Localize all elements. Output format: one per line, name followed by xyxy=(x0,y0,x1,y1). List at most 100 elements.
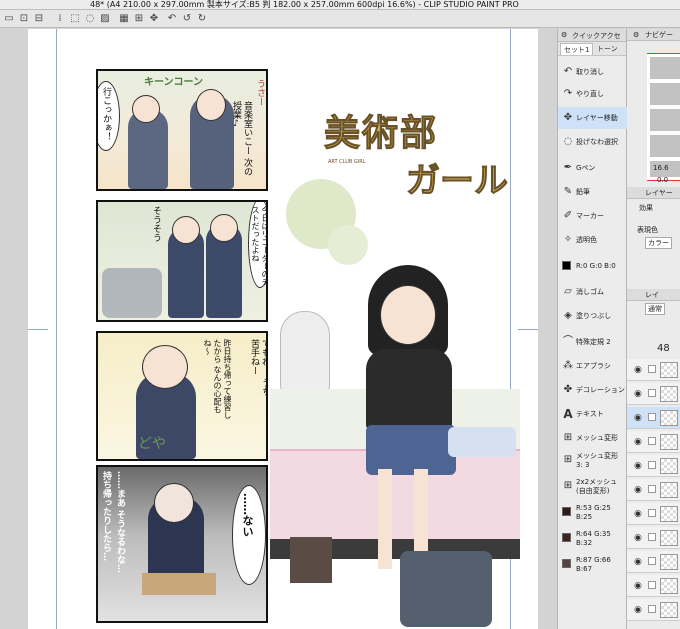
dialogue-text: でもねー うち苦手ねー xyxy=(249,339,268,396)
eye-icon[interactable]: ◉ xyxy=(634,581,642,591)
layer-row[interactable]: ◉ xyxy=(627,599,680,621)
tool-mesh-transform-3[interactable]: ⊞ メッシュ変形 3: 3 xyxy=(558,449,627,475)
rotate-left-icon[interactable]: ↶ xyxy=(166,13,178,25)
layer-checkbox[interactable] xyxy=(648,557,656,565)
tool-airbrush[interactable]: ⁂ エアブラシ xyxy=(558,355,627,377)
eye-icon[interactable]: ◉ xyxy=(634,509,642,519)
lasso-icon[interactable]: ◌ xyxy=(84,13,96,25)
eye-icon[interactable]: ◉ xyxy=(634,437,642,447)
tool-color-2[interactable]: R:64 G:35 B:32 xyxy=(558,527,627,553)
settings-icon[interactable]: ✥ xyxy=(148,13,160,25)
layer-thumbnail xyxy=(660,506,678,522)
eye-icon[interactable]: ◉ xyxy=(634,605,642,615)
character-face xyxy=(154,483,194,523)
tool-label: 2x2メッシュ(自由変形) xyxy=(576,478,618,495)
tool-color-0[interactable]: R:0 G:0 B:0 xyxy=(558,255,627,277)
tool-special-ruler[interactable]: ⌒ 特殊定規 2 xyxy=(558,331,627,353)
layer-checkbox[interactable] xyxy=(648,581,656,589)
layer-row[interactable]: ◉ xyxy=(627,383,680,405)
tool-move-layer[interactable]: ✥ レイヤー移動 xyxy=(558,107,627,129)
layer-checkbox[interactable] xyxy=(648,461,656,469)
layer-row[interactable]: ◉ xyxy=(627,503,680,525)
navigator-thumbnail[interactable] xyxy=(647,53,680,181)
layer-checkbox[interactable] xyxy=(648,485,656,493)
canvas-area[interactable]: キーンコーン 行こっかぁ！ うさー 音楽室いこー 次の授業♪ そうそう 今日はリ… xyxy=(0,29,557,629)
tool-label: マーカー xyxy=(576,212,604,220)
tool-lasso-select[interactable]: ◌ 投げなわ選択 xyxy=(558,131,627,153)
layer-row[interactable]: ◉ xyxy=(627,527,680,549)
tool-mesh-transform[interactable]: ⊞ メッシュ変形 xyxy=(558,427,627,449)
panel-title: クイックアクセ xyxy=(572,32,621,40)
tool-g-pen[interactable]: ✒ Gペン xyxy=(558,157,627,179)
layer-row[interactable]: ◉ xyxy=(627,455,680,477)
fill-icon[interactable]: ▨ xyxy=(99,13,111,25)
new-icon[interactable]: ▭ xyxy=(3,13,15,25)
manga-page[interactable]: キーンコーン 行こっかぁ！ うさー 音楽室いこー 次の授業♪ そうそう 今日はリ… xyxy=(28,29,538,629)
blend-mode-select[interactable]: 通常 xyxy=(645,303,665,315)
layer-checkbox[interactable] xyxy=(648,413,656,421)
layer-row[interactable]: ◉ xyxy=(627,359,680,381)
dotted-grid-icon[interactable]: ⁞ xyxy=(54,13,66,25)
eye-icon[interactable]: ◉ xyxy=(634,533,642,543)
rotation-value[interactable]: 0.0 xyxy=(657,176,668,184)
tool-undo[interactable]: ↶ 取り消し xyxy=(558,61,627,83)
layer-checkbox[interactable] xyxy=(648,605,656,613)
tool-color-1[interactable]: R:53 G:25 B:25 xyxy=(558,501,627,527)
tool-decoration[interactable]: ✤ デコレーション xyxy=(558,379,627,401)
tab-tone[interactable]: トーン xyxy=(594,43,621,55)
tool-pencil[interactable]: ✎ 鉛筆 xyxy=(558,181,627,203)
tool-2x2-mesh[interactable]: ⊞ 2x2メッシュ(自由変形) xyxy=(558,475,627,501)
layer-row[interactable]: ◉ xyxy=(627,575,680,597)
tool-label: 取り消し xyxy=(576,68,604,76)
layer-row-selected[interactable]: ◉ xyxy=(627,407,680,429)
ruler-icon[interactable]: ⊞ xyxy=(133,13,145,25)
eye-icon[interactable]: ◉ xyxy=(634,485,642,495)
layer-checkbox[interactable] xyxy=(648,533,656,541)
eye-icon[interactable]: ◉ xyxy=(634,389,642,399)
expression-color-select[interactable]: カラー xyxy=(645,237,672,249)
tool-marker[interactable]: ✐ マーカー xyxy=(558,205,627,227)
book-stack xyxy=(290,537,332,583)
grid-icon[interactable]: ▦ xyxy=(118,13,130,25)
eye-icon[interactable]: ◉ xyxy=(634,413,642,423)
layer-row[interactable]: ◉ xyxy=(627,551,680,573)
layer-row[interactable]: ◉ xyxy=(627,431,680,453)
desk xyxy=(142,573,216,595)
save-icon[interactable]: ⊟ xyxy=(33,13,45,25)
undo-icon[interactable]: ↺ xyxy=(181,13,193,25)
gear-icon[interactable]: ⚙ xyxy=(561,31,567,39)
tool-label: メッシュ変形 xyxy=(576,434,618,442)
eye-icon[interactable]: ◉ xyxy=(634,557,642,567)
character-face xyxy=(172,216,200,244)
layer-checkbox[interactable] xyxy=(648,437,656,445)
navigator-header: ⚙ ナビゲー xyxy=(627,29,680,41)
school-bag xyxy=(400,551,492,627)
character-skirt xyxy=(366,425,456,475)
marquee-icon[interactable]: ⬚ xyxy=(69,13,81,25)
eye-icon[interactable]: ◉ xyxy=(634,461,642,471)
zoom-value[interactable]: 16.6 xyxy=(653,164,669,172)
tool-redo[interactable]: ↷ やり直し xyxy=(558,83,627,105)
tab-set1[interactable]: セット1 xyxy=(560,43,594,55)
layer-checkbox[interactable] xyxy=(648,365,656,373)
background-students xyxy=(102,268,162,318)
tool-transparent-color[interactable]: ✧ 透明色 xyxy=(558,229,627,251)
eye-icon[interactable]: ◉ xyxy=(634,365,642,375)
tool-text[interactable]: A テキスト xyxy=(558,403,627,425)
redo-icon[interactable]: ↻ xyxy=(196,13,208,25)
gear-icon[interactable]: ⚙ xyxy=(633,29,639,40)
open-icon[interactable]: ⊡ xyxy=(18,13,30,25)
tool-label: Gペン xyxy=(576,164,596,172)
rabbit-plush xyxy=(280,311,330,401)
color-swatch-icon xyxy=(562,559,571,568)
tool-bucket[interactable]: ◈ 塗りつぶし xyxy=(558,305,627,327)
layer-checkbox[interactable] xyxy=(648,389,656,397)
layer-checkbox[interactable] xyxy=(648,509,656,517)
crop-guide xyxy=(56,29,57,629)
opacity-value[interactable]: 48 xyxy=(657,343,670,354)
layer-row[interactable]: ◉ xyxy=(627,479,680,501)
tool-eraser[interactable]: ▱ 消しゴム xyxy=(558,281,627,303)
character-face xyxy=(210,214,238,242)
character-face xyxy=(380,285,436,345)
tool-color-3[interactable]: R:87 G:66 B:67 xyxy=(558,553,627,579)
